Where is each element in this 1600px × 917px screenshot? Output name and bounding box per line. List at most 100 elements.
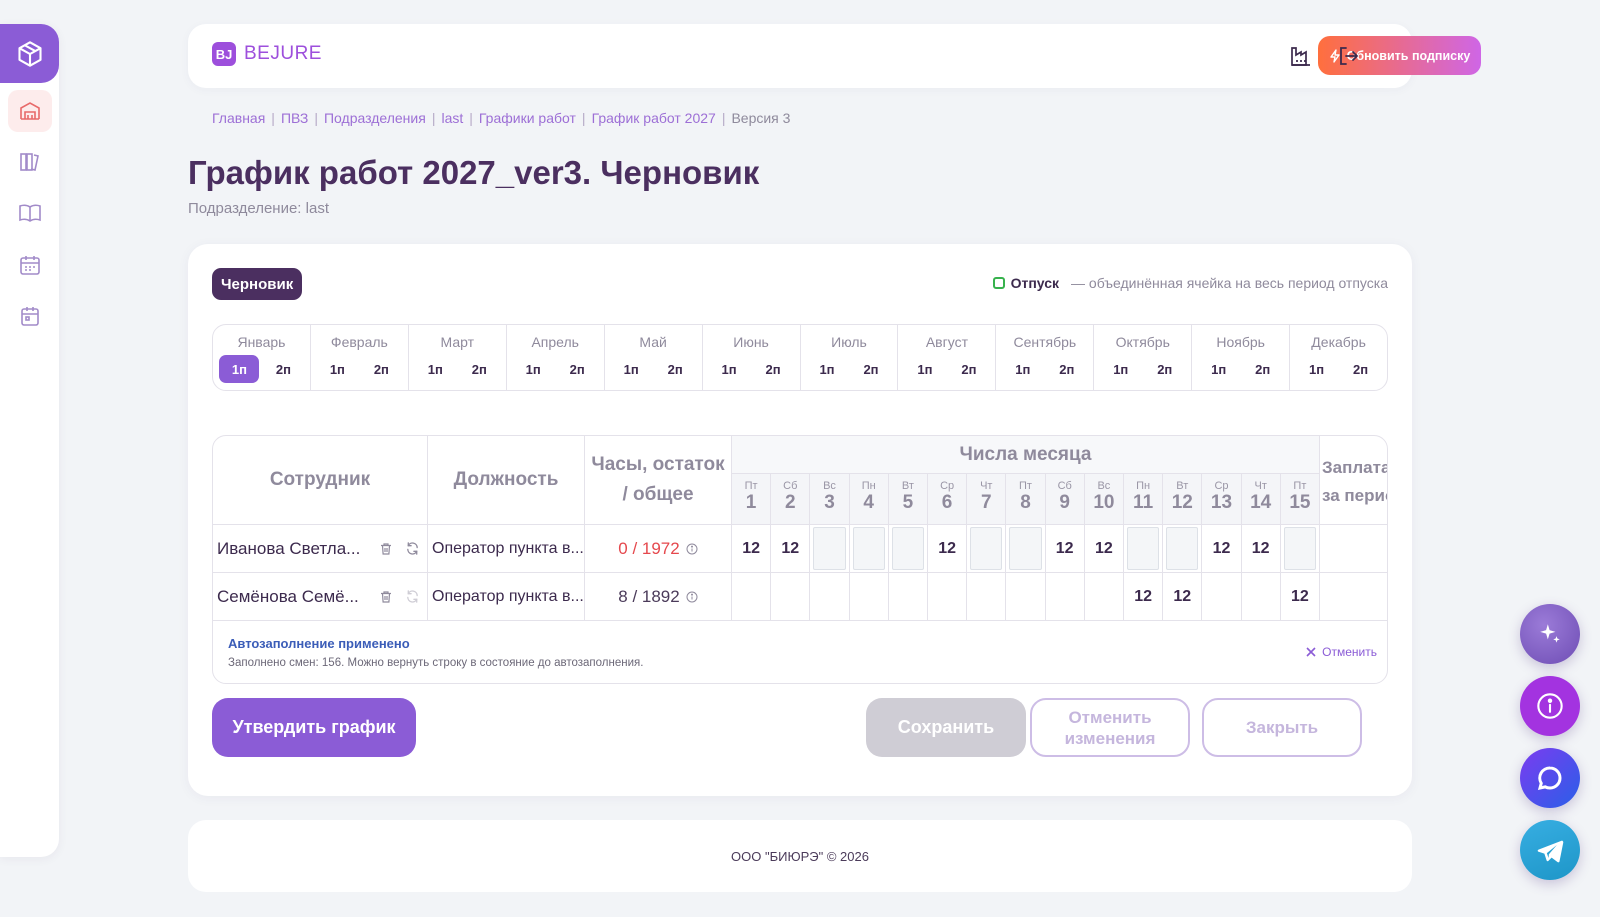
ai-assistant-button[interactable] (1520, 604, 1580, 664)
period-first-half-button[interactable]: 1п (1003, 355, 1043, 383)
autofill-cancel-button[interactable]: Отменить (1306, 645, 1377, 659)
vacation-cell[interactable] (1163, 525, 1203, 573)
vacation-cell[interactable] (1124, 525, 1164, 573)
logout-button[interactable] (1334, 42, 1362, 70)
vacation-cell[interactable] (888, 525, 928, 573)
delete-row-button[interactable] (377, 588, 395, 606)
shift-cell[interactable] (771, 573, 811, 621)
shift-cell[interactable]: 12 (928, 525, 968, 573)
shift-cell[interactable]: 12 (1163, 573, 1203, 621)
shift-cell[interactable] (1006, 573, 1046, 621)
sidebar-item-schedule[interactable] (8, 244, 52, 286)
period-first-half-button[interactable]: 1п (1101, 355, 1141, 383)
period-first-half-button[interactable]: 1п (709, 355, 749, 383)
breadcrumb-link[interactable]: last (441, 110, 463, 126)
period-first-half-button[interactable]: 1п (1297, 355, 1337, 383)
shift-cell[interactable]: 12 (771, 525, 811, 573)
vacation-cell[interactable] (967, 525, 1007, 573)
delete-row-button[interactable] (377, 540, 395, 558)
breadcrumb-link[interactable]: Графики работ (479, 110, 576, 126)
breadcrumb-link[interactable]: График работ 2027 (592, 110, 716, 126)
period-first-half-button[interactable]: 1п (1199, 355, 1239, 383)
info-icon[interactable] (686, 543, 698, 555)
breadcrumb-link[interactable]: Главная (212, 110, 265, 126)
period-second-half-button[interactable]: 2п (753, 355, 793, 383)
employee-name[interactable]: Семёнова Семё... (217, 587, 369, 607)
period-first-half-button[interactable]: 1п (513, 355, 553, 383)
hours-cell: 8 / 1892 (585, 573, 732, 621)
period-first-half-button[interactable]: 1п (905, 355, 945, 383)
breadcrumb-link[interactable]: Подразделения (324, 110, 426, 126)
sidebar-item-warehouse[interactable] (8, 90, 52, 132)
info-icon[interactable] (686, 591, 698, 603)
sidebar-item-library[interactable] (8, 141, 52, 183)
month-column: Апрель 1п 2п (507, 325, 605, 390)
shift-cell[interactable]: 12 (1124, 573, 1164, 621)
day-number: 12 (1171, 492, 1193, 513)
shift-cell[interactable] (1045, 573, 1085, 621)
shift-cell[interactable] (928, 573, 968, 621)
period-second-half-button[interactable]: 2п (459, 355, 499, 383)
shift-cell[interactable] (1202, 573, 1242, 621)
vacation-cell[interactable] (1006, 525, 1046, 573)
brand[interactable]: BJ BEJURE (212, 42, 322, 66)
sidebar-item-calendar[interactable] (8, 295, 52, 337)
shift-cell[interactable] (732, 573, 772, 621)
period-first-half-button[interactable]: 1п (611, 355, 651, 383)
period-second-half-button[interactable]: 2п (557, 355, 597, 383)
shift-cell[interactable] (849, 573, 889, 621)
period-first-half-button[interactable]: 1п (807, 355, 847, 383)
period-second-half-button[interactable]: 2п (655, 355, 695, 383)
footer-text: ООО "БИЮРЭ" © 2026 (731, 848, 869, 864)
period-second-half-button[interactable]: 2п (1341, 355, 1381, 383)
info-button[interactable] (1520, 676, 1580, 736)
period-second-half-button[interactable]: 2п (1047, 355, 1087, 383)
shift-cell[interactable] (888, 573, 928, 621)
shift-cell[interactable]: 12 (1202, 525, 1242, 573)
approve-schedule-button[interactable]: Утвердить график (212, 698, 416, 757)
breadcrumb-link[interactable]: ПВЗ (281, 110, 308, 126)
vacation-cell[interactable] (810, 525, 850, 573)
day-header: Пн 11 (1124, 474, 1164, 525)
period-second-half-button[interactable]: 2п (263, 355, 303, 383)
save-button[interactable]: Сохранить (866, 698, 1026, 757)
period-first-half-button[interactable]: 1п (219, 355, 260, 383)
chat-button[interactable] (1520, 748, 1580, 808)
period-second-half-button[interactable]: 2п (1243, 355, 1283, 383)
day-of-week: Пт (1293, 480, 1307, 492)
vacation-cell[interactable] (849, 525, 889, 573)
period-first-half-button[interactable]: 1п (415, 355, 455, 383)
company-button[interactable] (1287, 42, 1315, 70)
period-group: 1п 2п (807, 355, 891, 383)
period-second-half-button[interactable]: 2п (851, 355, 891, 383)
revert-changes-button[interactable]: Отменить изменения (1030, 698, 1190, 757)
period-second-half-button[interactable]: 2п (949, 355, 989, 383)
day-number: 9 (1059, 492, 1070, 513)
shift-cell[interactable]: 12 (1280, 573, 1320, 621)
period-second-half-button[interactable]: 2п (361, 355, 401, 383)
shift-cell[interactable] (967, 573, 1007, 621)
sidebar-item-book[interactable] (8, 192, 52, 234)
day-number: 13 (1210, 492, 1233, 513)
payroll-cell (1320, 573, 1387, 621)
shift-cell[interactable]: 12 (1084, 525, 1124, 573)
calendar-grid-icon (20, 256, 40, 275)
vacation-cell[interactable] (1280, 525, 1320, 573)
telegram-button[interactable] (1520, 820, 1580, 880)
shift-cell[interactable] (1241, 573, 1281, 621)
reset-row-button[interactable] (403, 540, 421, 558)
shift-cell[interactable] (1084, 573, 1124, 621)
period-first-half-button[interactable]: 1п (317, 355, 357, 383)
shift-cell[interactable] (810, 573, 850, 621)
period-second-half-button[interactable]: 2п (1145, 355, 1185, 383)
period-group: 1п 2п (513, 355, 597, 383)
shift-cell[interactable]: 12 (1241, 525, 1281, 573)
app-logo[interactable] (0, 24, 59, 83)
shift-cell[interactable]: 12 (732, 525, 772, 573)
day-of-week: Вт (901, 480, 914, 492)
employee-name[interactable]: Иванова Светла... (217, 539, 369, 559)
shift-cell[interactable]: 12 (1045, 525, 1085, 573)
period-group: 1п 2п (1199, 355, 1283, 383)
period-group: 1п 2п (905, 355, 989, 383)
close-button[interactable]: Закрыть (1202, 698, 1362, 757)
